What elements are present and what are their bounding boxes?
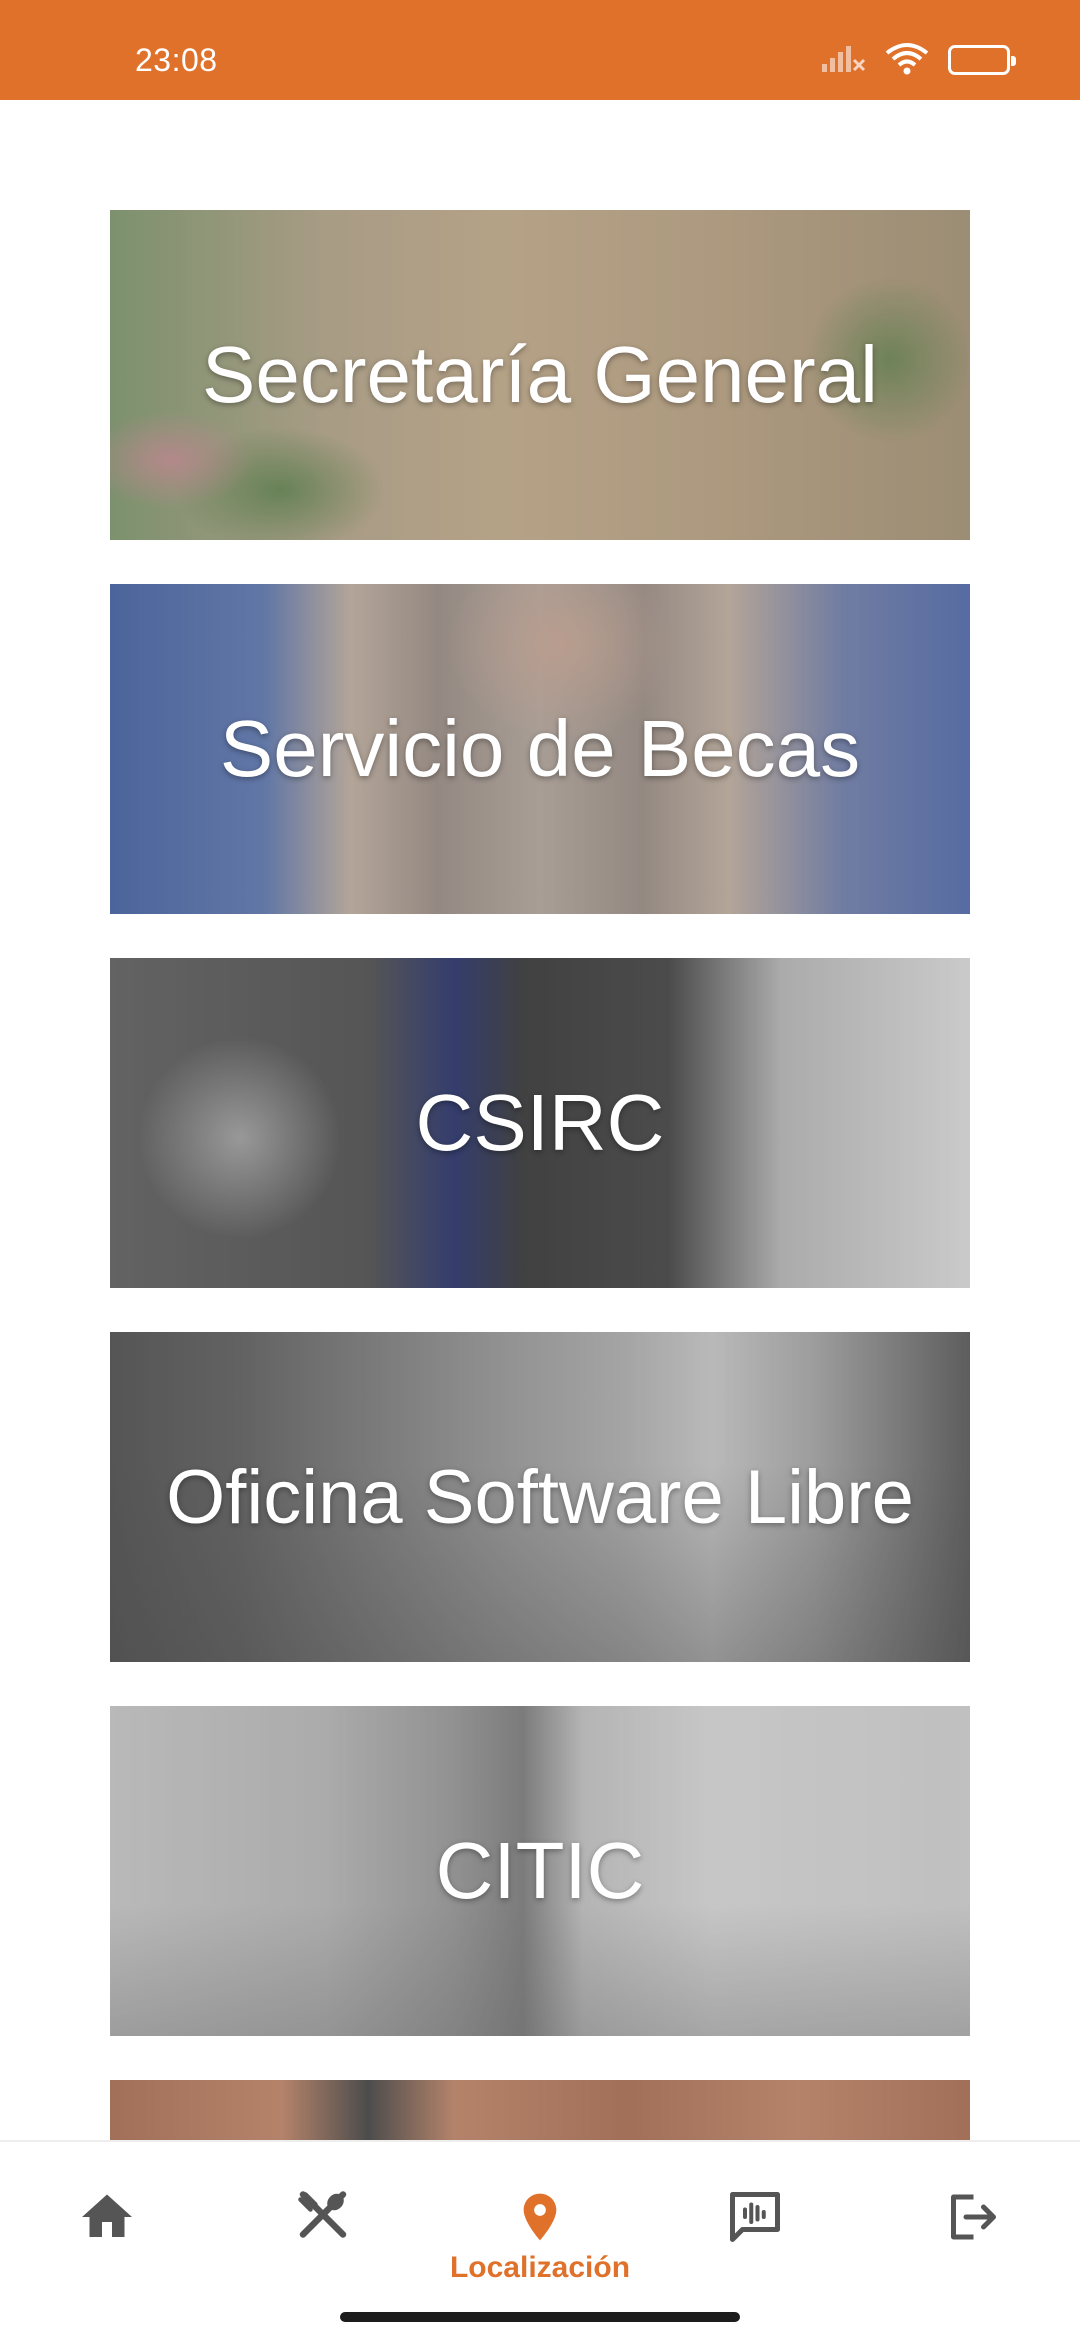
logout-icon — [941, 2187, 1001, 2247]
app-screen: 23:08 97 Secretaría General Servicio de … — [0, 0, 1080, 2340]
card-title: Servicio de Becas — [219, 704, 861, 793]
card-oficina-software-libre[interactable]: Oficina Software Libre — [110, 1332, 970, 1662]
location-pin-icon — [512, 2187, 568, 2247]
nav-restaurant[interactable] — [248, 2187, 398, 2297]
chat-audio-icon — [725, 2187, 785, 2247]
card-title: Oficina Software Libre — [166, 1454, 914, 1540]
battery-level: 97 — [968, 49, 990, 70]
location-card-list[interactable]: Secretaría General Servicio de Becas CSI… — [0, 100, 1080, 2140]
battery-icon: 97 — [948, 45, 1016, 75]
signal-off-icon — [820, 42, 866, 79]
card-secretaria-general[interactable]: Secretaría General — [110, 210, 970, 540]
card-servicio-de-becas[interactable]: Servicio de Becas — [110, 584, 970, 914]
card-citic[interactable]: CITIC — [110, 1706, 970, 2036]
card-title: Secretaría General — [202, 330, 878, 419]
nav-logout[interactable] — [896, 2187, 1046, 2297]
card-partial[interactable] — [110, 2080, 970, 2140]
nav-chat[interactable] — [680, 2187, 830, 2297]
nav-label-localizacion: Localización — [449, 2251, 631, 2284]
wifi-icon — [884, 41, 930, 80]
card-title: CSIRC — [415, 1078, 665, 1167]
nav-localizacion[interactable]: Localización — [440, 2187, 640, 2297]
status-icons: 97 — [820, 40, 1016, 80]
nav-home[interactable] — [32, 2187, 182, 2297]
card-title — [110, 2080, 970, 2140]
bottom-navigation: Localización — [0, 2140, 1080, 2340]
card-csirc[interactable]: CSIRC — [110, 958, 970, 1288]
utensils-icon — [293, 2187, 353, 2247]
status-time: 23:08 — [135, 42, 218, 78]
home-icon — [77, 2187, 137, 2247]
status-bar: 23:08 97 — [0, 0, 1080, 100]
home-indicator[interactable] — [340, 2312, 740, 2322]
card-title: CITIC — [435, 1826, 645, 1915]
